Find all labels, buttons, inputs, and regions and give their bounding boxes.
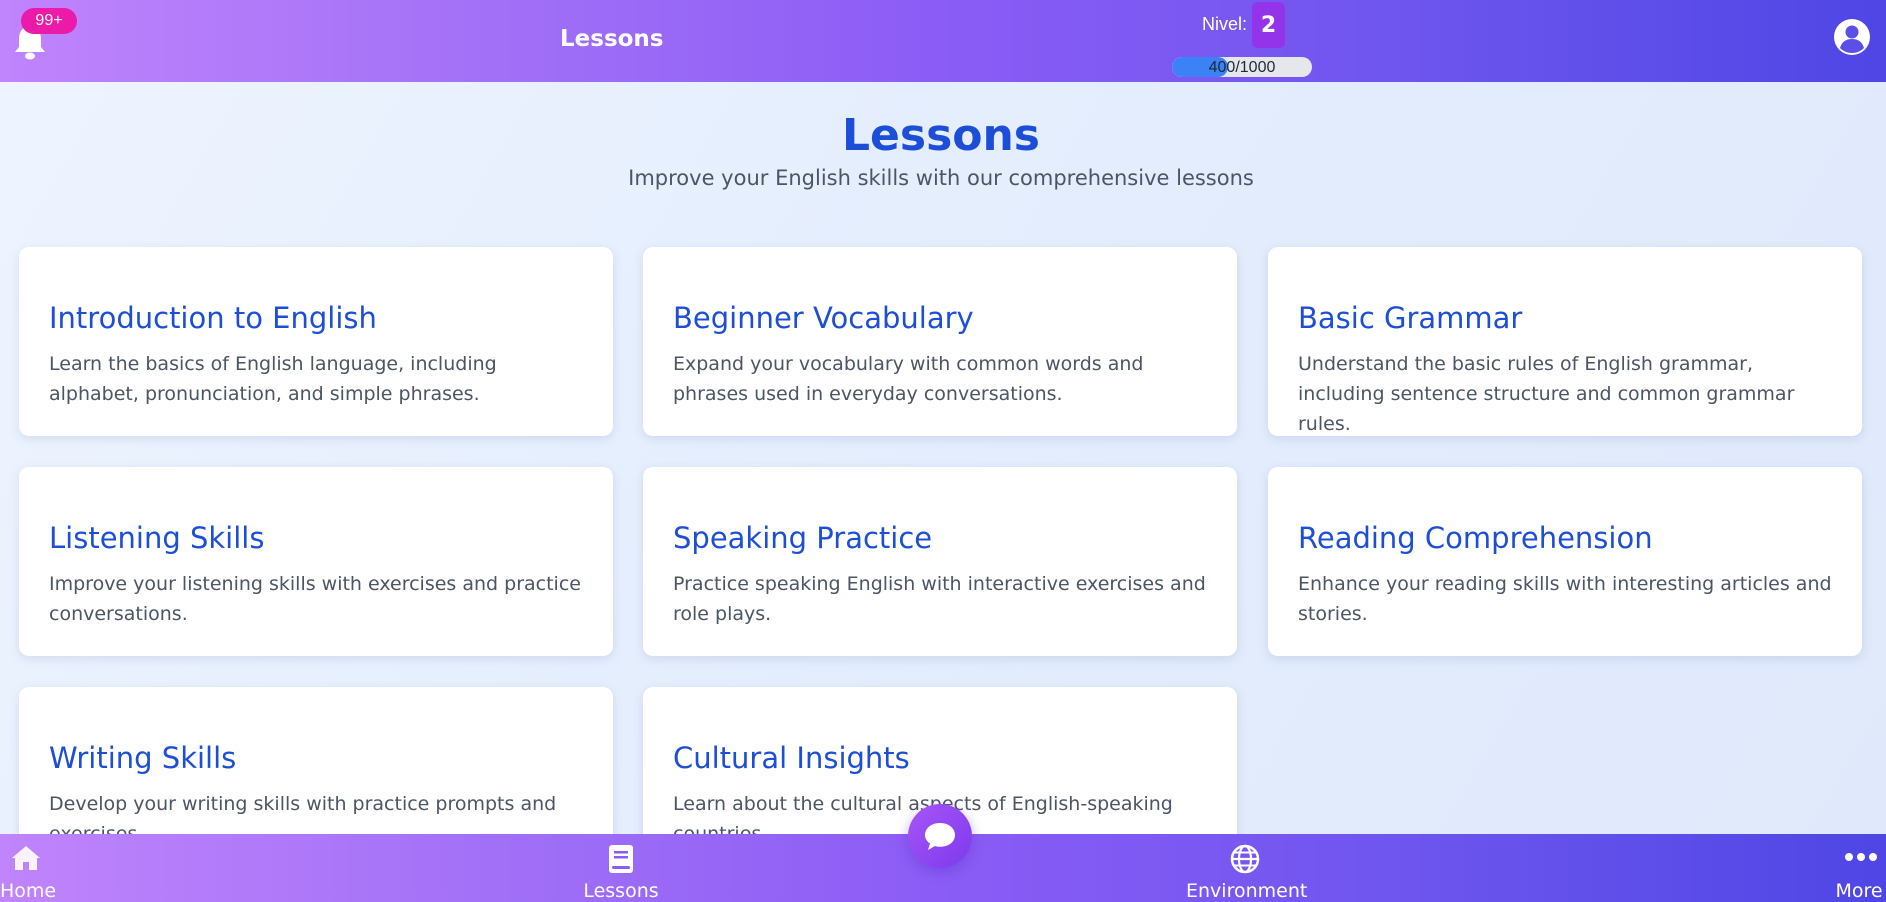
level-label: Nivel: (1202, 14, 1248, 34)
nav-environment-label: Environment (1186, 880, 1308, 902)
xp-progress-text: 400/1000 (1208, 59, 1276, 76)
lesson-card[interactable]: Basic Grammar Understand the basic rules… (1268, 247, 1862, 436)
nav-more[interactable]: More (1832, 834, 1886, 902)
lesson-title: Cultural Insights (673, 741, 910, 775)
more-icon (1845, 853, 1877, 861)
lesson-description: Understand the basic rules of English gr… (1298, 353, 1795, 435)
lesson-description: Learn the basics of English language, in… (49, 353, 497, 405)
lesson-title: Reading Comprehension (1298, 521, 1653, 555)
profile-button[interactable] (1832, 17, 1872, 57)
nav-environment[interactable]: Environment (1186, 834, 1308, 902)
lesson-description: Improve your listening skills with exerc… (49, 573, 581, 625)
page-title: Lessons (842, 110, 1040, 161)
lesson-title: Writing Skills (49, 741, 237, 775)
chat-button[interactable] (908, 804, 972, 868)
chat-icon (925, 823, 955, 850)
lesson-card[interactable]: Listening Skills Improve your listening … (19, 467, 613, 656)
lesson-description: Practice speaking English with interacti… (673, 573, 1206, 625)
lesson-title: Basic Grammar (1298, 301, 1523, 335)
book-icon (609, 845, 633, 873)
lesson-card[interactable]: Introduction to English Learn the basics… (19, 247, 613, 436)
globe-icon (1230, 844, 1260, 874)
nav-lessons-label: Lessons (583, 880, 659, 902)
user-icon (1834, 19, 1870, 55)
lesson-description: Expand your vocabulary with common words… (673, 353, 1144, 405)
nav-more-label: More (1835, 880, 1883, 902)
lesson-description: Enhance your reading skills with interes… (1298, 573, 1832, 625)
page-subtitle: Improve your English skills with our com… (628, 166, 1254, 190)
nav-lessons[interactable]: Lessons (581, 834, 661, 902)
level-badge: 2 (1252, 2, 1285, 48)
lesson-card[interactable]: Reading Comprehension Enhance your readi… (1268, 467, 1862, 656)
nav-home[interactable]: Home (0, 834, 57, 902)
lesson-title: Introduction to English (49, 301, 377, 335)
lesson-card[interactable]: Beginner Vocabulary Expand your vocabula… (643, 247, 1237, 436)
xp-progress-bar: 400/1000 (1172, 57, 1312, 77)
home-icon (12, 846, 40, 870)
header-title: Lessons (560, 26, 664, 52)
notification-badge: 99+ (21, 8, 77, 34)
lesson-title: Speaking Practice (673, 521, 933, 555)
nav-home-label: Home (0, 880, 57, 902)
lesson-title: Beginner Vocabulary (673, 301, 974, 335)
top-bar: 99+ Lessons Nivel: 2 400/1000 (0, 0, 1886, 82)
lesson-card[interactable]: Speaking Practice Practice speaking Engl… (643, 467, 1237, 656)
lesson-title: Listening Skills (49, 521, 265, 555)
